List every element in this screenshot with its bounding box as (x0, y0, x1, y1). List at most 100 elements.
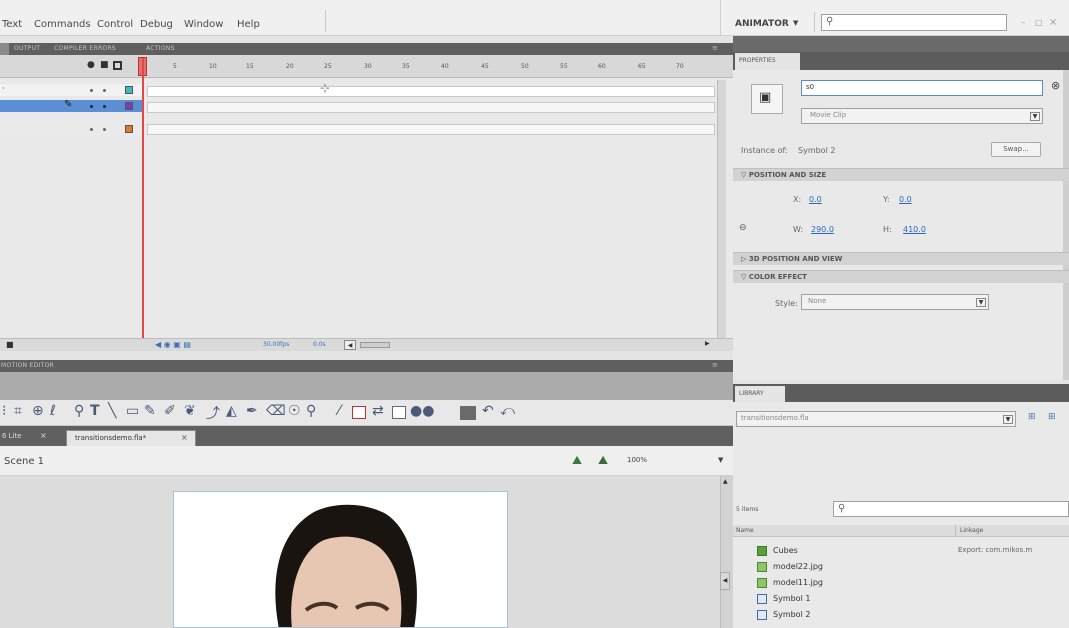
scroll-up-icon[interactable]: ▲ (723, 478, 728, 485)
maximize-icon[interactable]: □ (1035, 18, 1043, 27)
help-search-input[interactable]: ⚲ (821, 14, 1007, 31)
x-value[interactable]: 0.0 (809, 195, 822, 204)
scroll-left-button[interactable]: ◀ (344, 340, 356, 350)
straighten-icon[interactable]: ↶ (482, 403, 494, 419)
deco-tool-icon[interactable]: ❦ (184, 403, 196, 419)
h-value[interactable]: 410.0 (903, 225, 926, 234)
outline-icon[interactable] (113, 61, 122, 70)
menu-control[interactable]: Control (97, 19, 133, 30)
doc-tab-close-icon[interactable]: × (40, 431, 47, 440)
layer-color-swatch[interactable] (125, 125, 133, 133)
stage-scrollbar[interactable]: ▲ (720, 476, 733, 628)
layer-visible-dot[interactable] (90, 128, 93, 131)
section-color-effect[interactable]: ▽ COLOR EFFECT (733, 270, 1069, 283)
rectangle-tool-icon[interactable]: ▭ (126, 403, 139, 419)
zoom-dropdown-icon[interactable]: ▼ (718, 456, 723, 464)
menu-commands[interactable]: Commands (34, 19, 91, 30)
library-item[interactable]: Cubes Export: com.mikos.m (735, 545, 1069, 557)
layer-lock-dot[interactable] (103, 128, 106, 131)
smooth-icon[interactable] (460, 406, 476, 420)
tab-library[interactable]: LIBRARY (735, 386, 785, 402)
swap-button[interactable]: Swap... (991, 142, 1041, 157)
layer-color-swatch[interactable] (125, 102, 133, 110)
color-style-select[interactable]: None ▼ (801, 294, 989, 310)
eraser-tool-icon[interactable]: ⌫ (266, 403, 286, 419)
layer-row[interactable]: · (0, 84, 143, 96)
scene-breadcrumb[interactable]: Scene 1 (4, 456, 44, 467)
library-document-select[interactable]: transitionsdemo.fla ▼ (736, 411, 1016, 427)
swap-colors-icon[interactable]: ⇄ (372, 403, 384, 419)
panel-menu-icon[interactable]: ≡ (712, 44, 718, 52)
layer-lock-dot[interactable] (103, 105, 106, 108)
trash-icon[interactable]: ■ (6, 340, 14, 349)
w-value[interactable]: 290.0 (811, 225, 834, 234)
frame-row[interactable] (147, 124, 715, 135)
panel-collapse-arrow[interactable]: ◀ (720, 572, 730, 590)
line-tool-icon[interactable]: ╲ (108, 403, 116, 419)
frame-row[interactable] (147, 102, 715, 113)
doc-tab-active[interactable]: transitionsdemo.fla* × (66, 430, 196, 446)
scroll-right-button[interactable]: ▶ (705, 340, 710, 347)
settings-icon[interactable]: ⊗ (1051, 79, 1060, 92)
lock-icon[interactable]: ■ (100, 60, 109, 70)
menu-debug[interactable]: Debug (140, 19, 173, 30)
onion-skin-icons[interactable]: ◀ ◉ ▣ ▤ (155, 340, 191, 349)
chevron-down-icon[interactable]: ▼ (1030, 112, 1040, 121)
y-value[interactable]: 0.0 (899, 195, 912, 204)
panel-menu-icon[interactable]: ≡ (712, 361, 718, 369)
new-library-icon[interactable]: ⊞ (1048, 412, 1056, 422)
timeline-scrollbar[interactable] (717, 80, 726, 338)
library-item[interactable]: Symbol 2 (735, 609, 1069, 621)
snap-to-objects-icon[interactable]: ●● (410, 403, 434, 419)
workspace-switcher[interactable]: ANIMATOR (735, 19, 789, 29)
library-item[interactable]: model22.jpg (735, 561, 1069, 573)
layer-row[interactable] (0, 123, 143, 135)
symbol-type-select[interactable]: Movie Clip ▼ (801, 108, 1043, 124)
pin-library-icon[interactable]: ⊞ (1028, 412, 1036, 422)
layer-lock-dot[interactable] (103, 89, 106, 92)
workspace-dropdown-icon[interactable]: ▼ (793, 19, 798, 27)
pen-tool-icon[interactable]: ⚲ (74, 403, 84, 419)
layer-color-swatch[interactable] (125, 86, 133, 94)
frame-row[interactable]: ⊹ (147, 81, 715, 97)
properties-scrollbar[interactable] (1063, 70, 1069, 380)
stage-canvas[interactable] (173, 491, 508, 628)
fill-color-swatch[interactable] (352, 406, 366, 419)
zoom-tool-icon[interactable]: ⚲ (306, 403, 316, 419)
tab-properties[interactable]: PROPERTIES (735, 53, 800, 70)
library-search-input[interactable]: ⚲ (833, 501, 1069, 517)
playhead-line[interactable] (142, 58, 144, 343)
edit-scene-icon[interactable]: ⛰ (572, 453, 582, 468)
library-item[interactable]: model11.jpg (735, 577, 1069, 589)
tab-compiler-errors[interactable]: COMPILER ERRORS (54, 45, 116, 52)
layer-visible-dot[interactable] (90, 105, 93, 108)
black-white-swatch[interactable] (392, 406, 406, 419)
text-tool-icon[interactable]: T (90, 403, 100, 419)
doc-tab-close-icon[interactable]: × (181, 433, 188, 442)
menu-text[interactable]: Text (2, 19, 22, 30)
section-3d-position[interactable]: ▷ 3D POSITION AND VIEW (733, 252, 1069, 265)
more-options-icon[interactable]: ⤺ (500, 403, 515, 419)
instance-name-input[interactable]: s0 (801, 80, 1043, 96)
link-constrain-icon[interactable]: ⊖ (739, 223, 747, 233)
free-transform-tool-icon[interactable]: ⌗ (14, 403, 22, 419)
3d-rotation-tool-icon[interactable]: ⊕ (32, 403, 44, 419)
layer-visible-dot[interactable] (90, 89, 93, 92)
library-item[interactable]: Symbol 1 (735, 593, 1069, 605)
menu-help[interactable]: Help (237, 19, 260, 30)
layer-row-selected[interactable]: ✎ (0, 99, 143, 112)
bone-tool-icon[interactable]: ⤴ (206, 403, 220, 423)
chevron-down-icon[interactable]: ▼ (976, 298, 986, 307)
column-name[interactable]: Name (736, 527, 754, 534)
close-icon[interactable]: × (1049, 17, 1057, 28)
lasso-tool-icon[interactable]: ℓ (50, 403, 56, 419)
column-divider[interactable] (955, 525, 956, 537)
timeline-tab-stub[interactable] (0, 43, 9, 55)
edit-symbol-icon[interactable]: ⛰ (598, 453, 608, 468)
doc-tab-other[interactable]: 6 Lite (2, 432, 22, 440)
stroke-color-icon[interactable]: ⁄ (338, 403, 340, 419)
tab-actions[interactable]: ACTIONS (146, 45, 175, 52)
section-position-size[interactable]: ▽ POSITION AND SIZE (733, 168, 1069, 181)
minimize-icon[interactable]: – (1021, 18, 1026, 28)
column-linkage[interactable]: Linkage (960, 527, 983, 534)
